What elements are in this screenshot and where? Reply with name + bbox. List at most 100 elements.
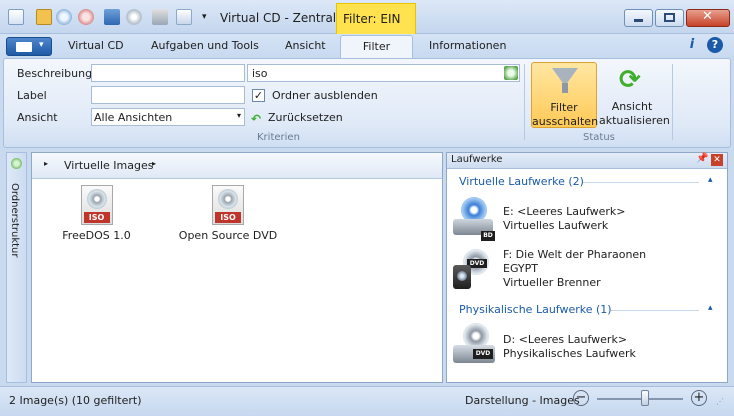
drives-panel-title: Laufwerke xyxy=(451,154,503,165)
zoom-in-button[interactable]: + xyxy=(691,390,707,406)
section-divider xyxy=(611,310,699,311)
reset-button[interactable]: Zurücksetzen xyxy=(268,111,343,124)
maximize-button[interactable] xyxy=(655,9,684,27)
pin-icon[interactable] xyxy=(11,158,22,169)
image-item[interactable]: ISO Open Source DVD xyxy=(175,185,281,242)
disc-icon xyxy=(86,189,107,209)
refresh-icon: ⟳ xyxy=(619,65,641,95)
collapse-icon[interactable]: ▴ xyxy=(708,175,713,185)
tab-virtual-cd[interactable]: Virtual CD xyxy=(68,39,124,52)
drive-type: Virtueller Brenner xyxy=(503,276,601,289)
app-menu-button[interactable]: ▾ xyxy=(6,37,52,56)
info-icon[interactable]: i xyxy=(684,37,700,53)
title-bar: ▾ Virtual CD - Zentrale Filter: EIN ✕ xyxy=(0,0,734,34)
collapse-icon[interactable]: ▴ xyxy=(708,303,713,313)
search-button-icon[interactable] xyxy=(504,66,518,80)
drive-label: EGYPT xyxy=(503,262,538,275)
iso-file-icon: ISO xyxy=(212,185,244,225)
image-icon[interactable] xyxy=(104,9,120,25)
drive-name: F: Die Welt der Pharaonen xyxy=(503,248,647,261)
tab-informationen[interactable]: Informationen xyxy=(429,39,506,52)
search-input[interactable]: iso xyxy=(247,64,520,82)
app-icon xyxy=(8,9,24,25)
minimize-button[interactable] xyxy=(624,9,653,27)
drives-panel-header: Laufwerke 📌 ✕ xyxy=(447,153,727,169)
status-group-label: Status xyxy=(583,132,615,143)
chevron-down-icon: ▾ xyxy=(236,111,241,120)
zoom-out-button[interactable]: − xyxy=(573,390,589,406)
search-drive-icon[interactable] xyxy=(56,9,72,25)
drive-type: Virtuelles Laufwerk xyxy=(503,219,609,232)
breadcrumb-arrow-icon[interactable]: ▸ xyxy=(152,159,156,168)
folder-structure-strip[interactable]: Ordnerstruktur xyxy=(6,152,27,383)
drive-name: D: <Leeres Laufwerk> xyxy=(503,333,628,346)
filter-off-button[interactable]: Filter ausschalten xyxy=(531,62,599,128)
dvd-badge: DVD xyxy=(473,349,493,359)
label-field[interactable] xyxy=(91,86,245,104)
beschreibung-field[interactable] xyxy=(91,64,245,82)
drive-item[interactable]: BD E: <Leeres Laufwerk> Virtuelles Laufw… xyxy=(451,195,721,243)
ribbon-separator xyxy=(524,64,525,140)
drive-item[interactable]: DVD F: Die Welt der Pharaonen EGYPT Virt… xyxy=(451,245,721,295)
eject-icon[interactable] xyxy=(78,9,94,25)
virtual-drives-section-title[interactable]: Virtuelle Laufwerke (2) xyxy=(459,175,584,188)
refresh-label-1: Ansicht xyxy=(611,100,653,113)
close-button[interactable]: ✕ xyxy=(686,9,730,27)
ribbon-separator xyxy=(672,64,673,140)
filter-off-label-2: ausschalten xyxy=(532,115,599,128)
beschreibung-label: Beschreibung xyxy=(17,67,93,80)
dvd-burner-icon: DVD xyxy=(453,249,495,293)
reset-arrow-icon: ↶ xyxy=(251,112,262,126)
iso-file-badge: ISO xyxy=(215,212,241,223)
drive-type: Physikalisches Laufwerk xyxy=(503,347,636,360)
ansicht-label: Ansicht xyxy=(17,111,58,124)
hide-folders-label[interactable]: Ordner ausblenden xyxy=(272,89,378,102)
close-panel-icon[interactable]: ✕ xyxy=(711,154,723,166)
images-pane: ▸ Virtuelle Images ▸ ISO FreeDOS 1.0 ISO… xyxy=(31,152,443,383)
status-bar: 2 Image(s) (10 gefiltert) Darstellung - … xyxy=(0,386,734,416)
disc-icon[interactable] xyxy=(126,9,142,25)
view-mode-label: Darstellung - Images xyxy=(465,394,580,407)
zoom-track[interactable] xyxy=(597,398,683,400)
tab-filter[interactable]: Filter xyxy=(340,35,413,60)
breadcrumb: ▸ Virtuelle Images ▸ xyxy=(32,153,442,179)
image-item[interactable]: ISO FreeDOS 1.0 xyxy=(59,185,134,242)
filter-status-badge: Filter: EIN xyxy=(336,3,416,34)
zoom-slider-thumb[interactable] xyxy=(641,390,650,406)
bd-badge: BD xyxy=(481,231,495,241)
filter-off-label-1: Filter xyxy=(550,101,578,114)
breadcrumb-item[interactable]: Virtuelle Images xyxy=(64,159,153,172)
disc-icon xyxy=(218,189,238,209)
help-icon[interactable]: ? xyxy=(707,37,723,53)
criteria-group-label: Kriterien xyxy=(257,132,300,143)
section-divider xyxy=(583,182,699,183)
hide-folders-checkbox[interactable]: ✓ xyxy=(252,89,265,102)
settings-icon[interactable] xyxy=(152,9,168,25)
ansicht-select[interactable]: Alle Ansichten ▾ xyxy=(91,108,245,126)
drive-item[interactable]: DVD D: <Leeres Laufwerk> Physikalisches … xyxy=(451,321,721,371)
iso-file-badge: ISO xyxy=(83,212,110,223)
folder-structure-label[interactable]: Ordnerstruktur xyxy=(9,183,20,258)
tab-ansicht[interactable]: Ansicht xyxy=(285,39,326,52)
physical-drives-section-title[interactable]: Physikalische Laufwerke (1) xyxy=(459,303,612,316)
open-folder-icon[interactable] xyxy=(36,9,52,25)
qat-dropdown-icon[interactable]: ▾ xyxy=(202,12,207,22)
tab-aufgaben-und-tools[interactable]: Aufgaben und Tools xyxy=(151,39,259,52)
dvd-drive-icon: DVD xyxy=(453,323,497,369)
refresh-view-button[interactable]: ⟳ Ansicht aktualisieren xyxy=(599,62,670,128)
breadcrumb-back-arrow-icon[interactable]: ▸ xyxy=(44,159,48,168)
status-text: 2 Image(s) (10 gefiltert) xyxy=(9,394,142,407)
ribbon-tabs: ▾ Virtual CD Aufgaben und Tools Ansicht … xyxy=(0,34,734,60)
drives-panel: Laufwerke 📌 ✕ Virtuelle Laufwerke (2) ▴ … xyxy=(446,152,728,383)
iso-file-icon: ISO xyxy=(80,185,113,225)
refresh-label-2: aktualisieren xyxy=(599,114,670,127)
window-title: Virtual CD - Zentrale xyxy=(220,11,344,25)
search-input-value: iso xyxy=(252,67,268,80)
image-item-label: FreeDOS 1.0 xyxy=(62,229,131,242)
drive-name: E: <Leeres Laufwerk> xyxy=(503,205,626,218)
label-label: Label xyxy=(17,89,47,102)
pin-icon[interactable]: 📌 xyxy=(696,153,708,164)
bd-drive-icon: BD xyxy=(453,197,495,241)
edit-icon[interactable] xyxy=(176,9,192,25)
resize-grip-icon[interactable]: ⋰ xyxy=(716,397,724,406)
